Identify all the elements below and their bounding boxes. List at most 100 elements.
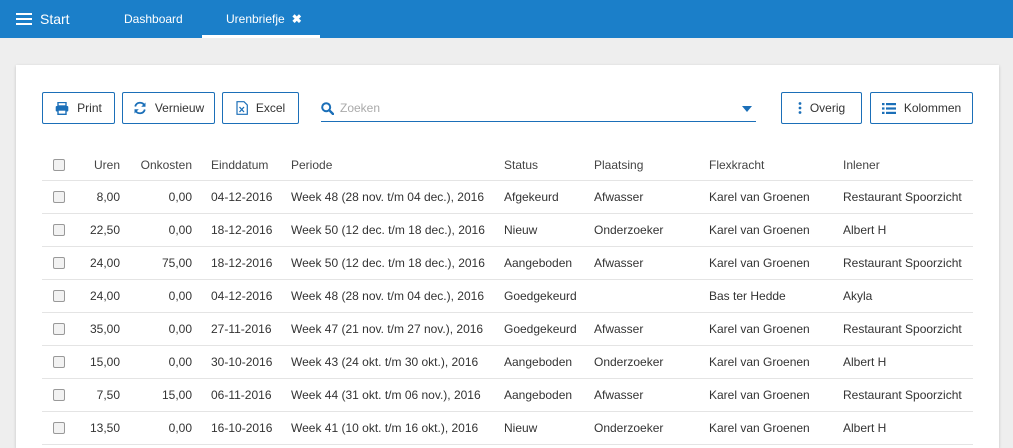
cell-uren: 35,00 bbox=[89, 322, 120, 336]
checkbox-box bbox=[53, 158, 65, 171]
cell-onkosten: 0,00 bbox=[168, 289, 192, 303]
row-checkbox[interactable] bbox=[53, 346, 67, 378]
close-icon[interactable]: ✖ bbox=[292, 12, 302, 26]
column-header-einddatum[interactable]: Einddatum bbox=[211, 149, 268, 180]
cell-inlener: Albert H bbox=[843, 421, 887, 435]
cell-uren: 8,00 bbox=[96, 190, 120, 204]
cell-flexkracht: Karel van Groenen bbox=[709, 421, 810, 435]
list-icon bbox=[881, 102, 896, 114]
cell-plaatsing: Afwasser bbox=[594, 190, 644, 204]
kolommen-label: Kolommen bbox=[903, 101, 962, 115]
tab-urenbriefje-label: Urenbriefje bbox=[226, 12, 285, 26]
start-label: Start bbox=[40, 11, 70, 27]
cell-uren: 24,00 bbox=[89, 289, 120, 303]
cell-onkosten: 0,00 bbox=[168, 421, 192, 435]
checkbox-box bbox=[53, 356, 65, 368]
cell-periode: Week 43 (24 okt. t/m 30 okt.), 2016 bbox=[291, 355, 479, 369]
cell-status: Nieuw bbox=[504, 421, 538, 435]
checkbox-box bbox=[53, 422, 65, 434]
column-header-plaatsing[interactable]: Plaatsing bbox=[594, 149, 643, 180]
column-header-flexkracht[interactable]: Flexkracht bbox=[709, 149, 764, 180]
row-checkbox[interactable] bbox=[53, 214, 67, 246]
cell-onkosten: 75,00 bbox=[161, 256, 192, 270]
checkbox-box bbox=[53, 224, 65, 236]
cell-periode: Week 48 (28 nov. t/m 04 dec.), 2016 bbox=[291, 289, 484, 303]
cell-status: Aangeboden bbox=[504, 388, 573, 402]
row-checkbox[interactable] bbox=[53, 379, 67, 411]
cell-plaatsing: Afwasser bbox=[594, 322, 644, 336]
print-button[interactable]: Print bbox=[42, 92, 115, 124]
cell-einddatum: 18-12-2016 bbox=[211, 256, 273, 270]
cell-einddatum: 16-10-2016 bbox=[211, 421, 273, 435]
cell-plaatsing: Onderzoeker bbox=[594, 355, 664, 369]
chevron-down-icon[interactable] bbox=[742, 106, 752, 112]
excel-button[interactable]: Excel bbox=[222, 92, 299, 124]
table-row[interactable]: 22,50 0,00 18-12-2016 Week 50 (12 dec. t… bbox=[42, 214, 973, 247]
row-checkbox[interactable] bbox=[53, 412, 67, 444]
row-checkbox[interactable] bbox=[53, 280, 67, 312]
cell-onkosten: 0,00 bbox=[168, 223, 192, 237]
refresh-icon bbox=[133, 101, 147, 115]
cell-einddatum: 04-12-2016 bbox=[211, 289, 273, 303]
table-header-row: Uren Onkosten Einddatum Periode Status P… bbox=[42, 149, 973, 181]
cell-plaatsing: Afwasser bbox=[594, 256, 644, 270]
tab-dashboard[interactable]: Dashboard bbox=[124, 0, 183, 38]
printer-icon bbox=[55, 101, 69, 115]
table-row[interactable]: 8,00 0,00 04-12-2016 Week 48 (28 nov. t/… bbox=[42, 181, 973, 214]
table-row[interactable]: 13,50 0,00 16-10-2016 Week 41 (10 okt. t… bbox=[42, 412, 973, 445]
search-bar[interactable] bbox=[321, 95, 756, 122]
start-menu-button[interactable]: Start bbox=[16, 0, 70, 38]
row-checkbox[interactable] bbox=[53, 247, 67, 279]
cell-inlener: Albert H bbox=[843, 223, 887, 237]
overig-label: Overig bbox=[809, 101, 846, 115]
cell-onkosten: 15,00 bbox=[161, 388, 192, 402]
column-header-onkosten[interactable]: Onkosten bbox=[138, 149, 192, 180]
cell-status: Aangeboden bbox=[504, 355, 573, 369]
search-input[interactable] bbox=[340, 101, 730, 115]
column-header-inlener[interactable]: Inlener bbox=[843, 149, 880, 180]
cell-einddatum: 04-12-2016 bbox=[211, 190, 273, 204]
more-vertical-icon bbox=[798, 102, 802, 114]
excel-file-icon bbox=[236, 101, 248, 115]
cell-inlener: Restaurant Spoorzicht bbox=[843, 322, 962, 336]
cell-plaatsing: Afwasser bbox=[594, 388, 644, 402]
table-row[interactable]: 24,00 75,00 18-12-2016 Week 50 (12 dec. … bbox=[42, 247, 973, 280]
cell-periode: Week 47 (21 nov. t/m 27 nov.), 2016 bbox=[291, 322, 484, 336]
table-row[interactable]: 7,50 15,00 06-11-2016 Week 44 (31 okt. t… bbox=[42, 379, 973, 412]
cell-einddatum: 18-12-2016 bbox=[211, 223, 273, 237]
cell-periode: Week 48 (28 nov. t/m 04 dec.), 2016 bbox=[291, 190, 484, 204]
cell-periode: Week 41 (10 okt. t/m 16 okt.), 2016 bbox=[291, 421, 479, 435]
excel-label: Excel bbox=[255, 101, 286, 115]
kolommen-button[interactable]: Kolommen bbox=[870, 92, 973, 124]
cell-periode: Week 50 (12 dec. t/m 18 dec.), 2016 bbox=[291, 223, 485, 237]
cell-flexkracht: Bas ter Hedde bbox=[709, 289, 786, 303]
cell-status: Goedgekeurd bbox=[504, 289, 577, 303]
table-row[interactable]: 15,00 0,00 30-10-2016 Week 43 (24 okt. t… bbox=[42, 346, 973, 379]
cell-status: Aangeboden bbox=[504, 256, 573, 270]
tab-urenbriefje[interactable]: Urenbriefje ✖ bbox=[202, 0, 320, 38]
cell-einddatum: 30-10-2016 bbox=[211, 355, 273, 369]
select-all-checkbox[interactable] bbox=[53, 149, 67, 180]
cell-onkosten: 0,00 bbox=[168, 190, 192, 204]
column-header-periode[interactable]: Periode bbox=[291, 149, 332, 180]
tab-dashboard-label: Dashboard bbox=[124, 12, 183, 26]
cell-flexkracht: Karel van Groenen bbox=[709, 388, 810, 402]
cell-inlener: Restaurant Spoorzicht bbox=[843, 256, 962, 270]
row-checkbox[interactable] bbox=[53, 313, 67, 345]
row-checkbox[interactable] bbox=[53, 181, 67, 213]
column-header-uren[interactable]: Uren bbox=[82, 149, 120, 180]
cell-periode: Week 50 (12 dec. t/m 18 dec.), 2016 bbox=[291, 256, 485, 270]
column-header-status[interactable]: Status bbox=[504, 149, 538, 180]
table-row[interactable]: 24,00 0,00 04-12-2016 Week 48 (28 nov. t… bbox=[42, 280, 973, 313]
cell-onkosten: 0,00 bbox=[168, 322, 192, 336]
cell-flexkracht: Karel van Groenen bbox=[709, 256, 810, 270]
overig-button[interactable]: Overig bbox=[781, 92, 862, 124]
table-row[interactable]: 35,00 0,00 27-11-2016 Week 47 (21 nov. t… bbox=[42, 313, 973, 346]
hamburger-icon bbox=[16, 13, 32, 25]
top-navigation-bar: Start Dashboard Urenbriefje ✖ bbox=[0, 0, 1013, 38]
cell-inlener: Restaurant Spoorzicht bbox=[843, 388, 962, 402]
vernieuw-button[interactable]: Vernieuw bbox=[122, 92, 215, 124]
checkbox-box bbox=[53, 323, 65, 335]
cell-uren: 7,50 bbox=[96, 388, 120, 402]
cell-onkosten: 0,00 bbox=[168, 355, 192, 369]
